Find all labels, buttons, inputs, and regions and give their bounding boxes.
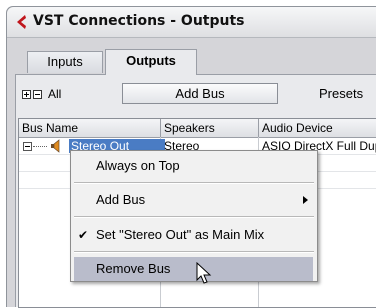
menu-item-set-main-mix[interactable]: ✔ Set "Stereo Out" as Main Mix — [71, 223, 317, 247]
menu-item-label: Always on Top — [96, 158, 180, 173]
tab-strip: Inputs Outputs — [7, 37, 376, 75]
column-header-audio-device[interactable]: Audio Device — [259, 119, 376, 137]
menu-separator — [74, 216, 314, 218]
presets-label: Presets — [319, 86, 364, 101]
tab-outputs[interactable]: Outputs — [105, 49, 197, 75]
menu-item-always-on-top[interactable]: Always on Top — [71, 154, 317, 178]
add-bus-button[interactable]: Add Bus — [122, 83, 278, 104]
menu-item-label: Remove Bus — [96, 261, 171, 276]
cubase-logo-icon — [17, 15, 26, 29]
menu-item-label: Set "Stereo Out" as Main Mix — [96, 227, 265, 242]
column-header-speakers[interactable]: Speakers — [161, 119, 259, 137]
expand-collapse-all: All — [22, 86, 61, 102]
chevron-right-icon — [303, 196, 308, 204]
plus-box-icon[interactable] — [22, 89, 31, 99]
menu-item-add-bus[interactable]: Add Bus — [71, 188, 317, 212]
title-bar[interactable]: VST Connections - Outputs — [7, 7, 376, 38]
tree-connector — [33, 146, 47, 147]
menu-separator — [74, 182, 314, 184]
table-header: Bus Name Speakers Audio Device — [19, 119, 376, 138]
mouse-pointer-icon — [196, 262, 212, 284]
window-title: VST Connections - Outputs — [33, 13, 245, 29]
checkmark-icon: ✔ — [78, 228, 89, 242]
menu-separator — [74, 251, 314, 253]
column-header-bus-name[interactable]: Bus Name — [19, 119, 161, 137]
speaker-icon — [51, 139, 60, 153]
menu-item-label: Add Bus — [96, 192, 146, 207]
context-menu: Always on Top Add Bus ✔ Set "Stereo Out"… — [70, 150, 318, 282]
all-label: All — [48, 87, 62, 101]
minus-box-icon[interactable] — [23, 142, 32, 151]
menu-item-remove-bus[interactable]: Remove Bus — [74, 257, 313, 281]
tab-inputs[interactable]: Inputs — [27, 51, 103, 73]
minus-box-icon[interactable] — [33, 89, 42, 99]
